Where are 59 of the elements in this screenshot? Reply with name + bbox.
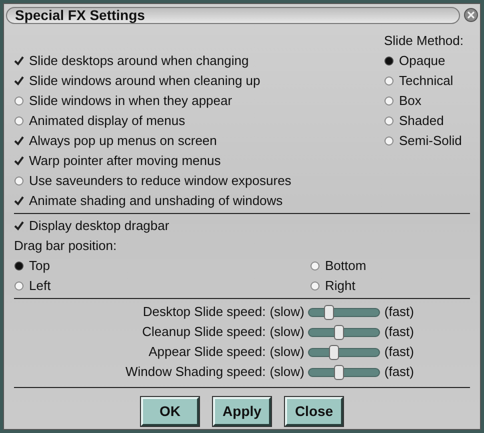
slider-label: Window Shading speed: [126, 363, 266, 382]
unchecked-indicator-icon[interactable] [14, 96, 24, 106]
fast-label: (fast) [384, 323, 414, 342]
slider-label: Appear Slide speed: [148, 343, 266, 362]
radio-button[interactable] [384, 96, 394, 106]
slider-label: Cleanup Slide speed: [142, 323, 266, 342]
radio-label: Left [29, 277, 51, 296]
radio-button[interactable] [384, 136, 394, 146]
check-icon[interactable] [14, 136, 24, 146]
window-title: Special FX Settings [15, 8, 145, 22]
radio-label: Technical [399, 72, 454, 90]
check-icon[interactable] [14, 56, 24, 66]
slow-label: (slow) [270, 343, 304, 362]
dialog-button[interactable]: Close [285, 397, 343, 426]
slider-thumb[interactable] [334, 364, 344, 380]
option-label: Use saveunders to reduce window exposures [29, 172, 292, 190]
slow-label: (slow) [270, 303, 304, 322]
slider-thumb[interactable] [324, 304, 334, 320]
radio-button[interactable] [310, 261, 320, 271]
fast-label: (fast) [384, 303, 414, 322]
option-label: Display desktop dragbar [29, 217, 170, 236]
radio-label: Bottom [325, 257, 366, 276]
check-icon[interactable] [14, 156, 24, 166]
radio-label: Right [325, 277, 356, 296]
option-label: Animated display of menus [29, 112, 186, 130]
radio-button[interactable] [384, 56, 394, 66]
option-label: Warp pointer after moving menus [29, 152, 221, 170]
radio-label: Shaded [399, 112, 444, 130]
slow-label: (slow) [270, 363, 304, 382]
option-label: Animate shading and unshading of windows [29, 192, 283, 210]
radio-label: Semi-Solid [399, 132, 462, 150]
radio-button[interactable] [384, 76, 394, 86]
check-icon[interactable] [14, 76, 24, 86]
slow-label: (slow) [270, 323, 304, 342]
dialog-button[interactable]: Apply [213, 397, 271, 426]
check-icon[interactable] [14, 221, 24, 231]
fast-label: (fast) [384, 343, 414, 362]
section-label: Drag bar position: [14, 237, 117, 256]
dialog-button[interactable]: OK [141, 397, 199, 426]
option-label: Slide desktops around when changing [29, 52, 249, 70]
option-label: Slide windows around when cleaning up [29, 72, 260, 90]
radio-label: Box [399, 92, 422, 110]
check-icon[interactable] [14, 196, 24, 206]
radio-button[interactable] [310, 281, 320, 291]
radio-button[interactable] [384, 116, 394, 126]
unchecked-indicator-icon[interactable] [14, 176, 24, 186]
radio-button[interactable] [14, 261, 24, 271]
slider-thumb[interactable] [334, 324, 344, 340]
radio-label: Opaque [399, 52, 446, 70]
unchecked-indicator-icon[interactable] [14, 116, 24, 126]
option-label: Slide windows in when they appear [29, 92, 232, 110]
fast-label: (fast) [384, 363, 414, 382]
option-label: Always pop up menus on screen [29, 132, 217, 150]
radio-button[interactable] [14, 281, 24, 291]
radio-label: Top [29, 257, 50, 276]
section-label: Slide Method: [384, 32, 464, 50]
close-icon[interactable] [464, 8, 478, 22]
slider-thumb[interactable] [328, 344, 339, 360]
slider-label: Desktop Slide speed: [142, 303, 266, 322]
